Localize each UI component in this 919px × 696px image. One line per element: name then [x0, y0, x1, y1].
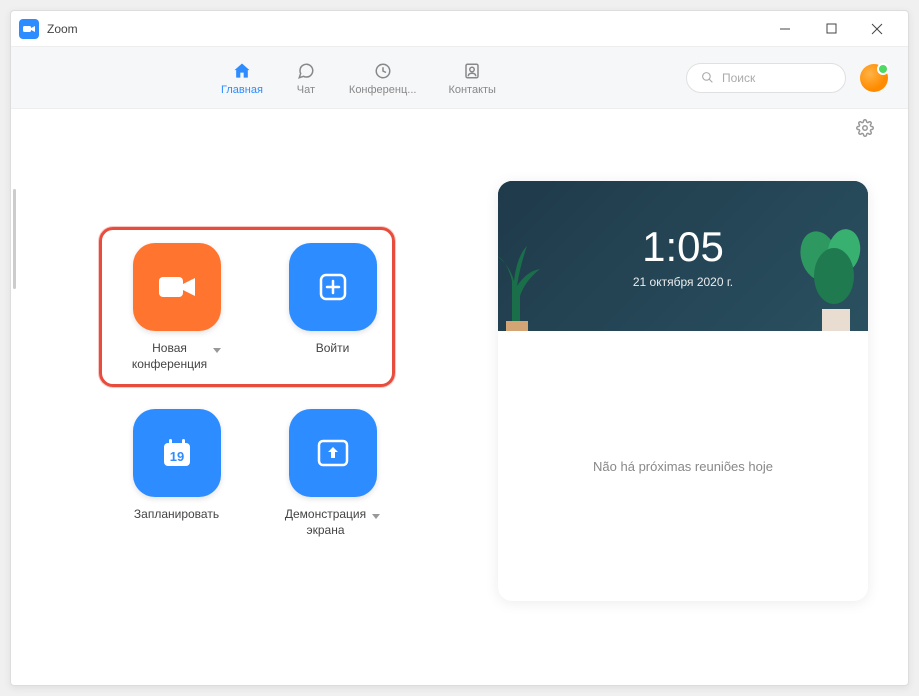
upcoming-meetings: Não há próximas reuniões hoje: [498, 331, 868, 601]
no-meetings-text: Não há próximas reuniões hoje: [593, 459, 773, 474]
action-join: Войти: [273, 243, 393, 373]
chevron-down-icon: [372, 514, 380, 519]
clock-time: 1:05: [642, 223, 724, 271]
tab-chat-label: Чат: [297, 84, 315, 96]
tab-meetings[interactable]: Конференц...: [349, 56, 417, 100]
close-icon: [871, 23, 883, 35]
tab-chat[interactable]: Чат: [295, 56, 317, 100]
schedule-button[interactable]: 19: [133, 409, 221, 497]
new-meeting-dropdown[interactable]: [213, 341, 221, 356]
search-icon: [701, 71, 714, 84]
maximize-icon: [826, 23, 837, 34]
main-content: Новая конференция: [11, 109, 908, 685]
share-screen-icon: [316, 438, 350, 468]
tab-meetings-label: Конференц...: [349, 84, 417, 96]
new-meeting-button[interactable]: [133, 243, 221, 331]
share-screen-button[interactable]: [289, 409, 377, 497]
clock-icon: [372, 60, 394, 82]
svg-text:19: 19: [169, 449, 183, 464]
gear-icon: [856, 119, 874, 137]
titlebar: Zoom: [11, 11, 908, 47]
action-schedule: 19 Запланировать: [117, 409, 237, 539]
settings-button[interactable]: [856, 119, 874, 142]
avatar[interactable]: [860, 64, 888, 92]
tab-contacts[interactable]: Контакты: [448, 56, 496, 100]
clock-date: 21 октября 2020 г.: [633, 275, 733, 289]
calendar-icon: 19: [159, 435, 195, 471]
close-button[interactable]: [854, 11, 900, 47]
tab-home[interactable]: Главная: [221, 56, 263, 100]
chat-icon: [295, 60, 317, 82]
maximize-button[interactable]: [808, 11, 854, 47]
action-new-meeting: Новая конференция: [117, 243, 237, 373]
minimize-button[interactable]: [762, 11, 808, 47]
search-placeholder: Поиск: [722, 71, 755, 85]
chevron-down-icon: [213, 348, 221, 353]
clock-banner: 1:05 21 октября 2020 г.: [498, 181, 868, 331]
action-grid: Новая конференция: [117, 243, 393, 539]
action-share-screen: Демонстрация экрана: [273, 409, 393, 539]
tab-home-label: Главная: [221, 84, 263, 96]
join-label: Войти: [316, 341, 350, 357]
plant-decoration-right: [794, 221, 868, 331]
tab-contacts-label: Контакты: [448, 84, 496, 96]
header-bar: Главная Чат Конференц... Контакты: [11, 47, 908, 109]
actions-panel: Новая конференция: [51, 137, 458, 645]
window-controls: [762, 11, 900, 47]
window-title: Zoom: [47, 22, 78, 36]
minimize-icon: [779, 23, 791, 35]
search-input[interactable]: Поиск: [686, 63, 846, 93]
plus-icon: [318, 272, 348, 302]
video-icon: [157, 273, 197, 301]
home-icon: [231, 60, 253, 82]
zoom-logo-icon: [23, 25, 35, 33]
schedule-label: Запланировать: [134, 507, 219, 523]
share-screen-label: Демонстрация экрана: [285, 507, 366, 538]
scrollbar-thumb[interactable]: [13, 189, 16, 289]
nav-tabs: Главная Чат Конференц... Контакты: [221, 56, 496, 100]
plant-decoration-left: [498, 231, 562, 331]
join-button[interactable]: [289, 243, 377, 331]
scrollbar[interactable]: [13, 189, 16, 645]
app-window: Zoom Главная Ч: [10, 10, 909, 686]
contacts-icon: [461, 60, 483, 82]
meetings-panel: 1:05 21 октября 2020 г. Não há próximas …: [498, 181, 868, 601]
app-icon: [19, 19, 39, 39]
share-screen-dropdown[interactable]: [372, 507, 380, 522]
new-meeting-label: Новая конференция: [132, 341, 207, 372]
